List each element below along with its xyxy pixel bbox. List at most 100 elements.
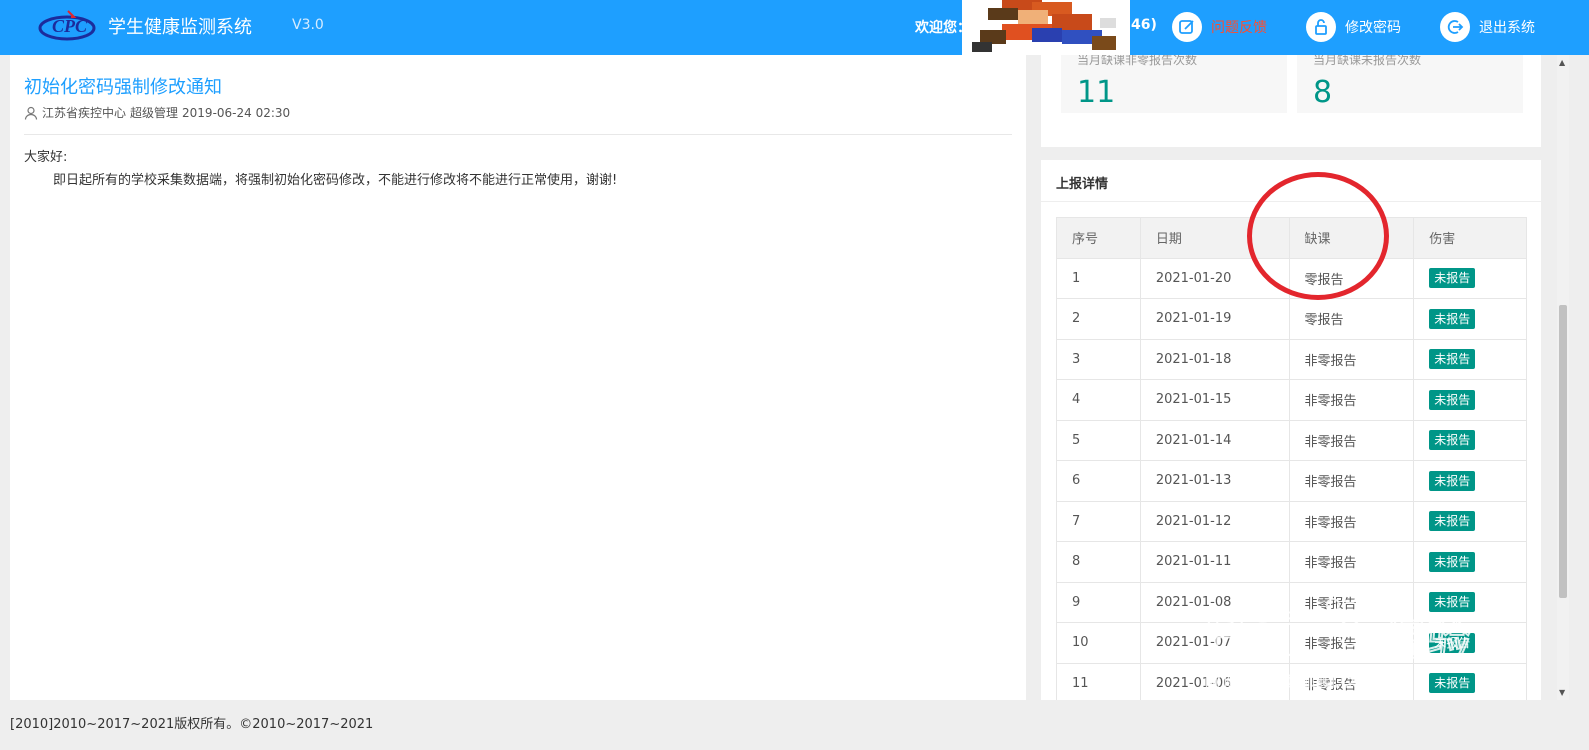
copyright-text: [2010]2010~2017~2021版权所有。©2010~2017~2021 bbox=[10, 717, 374, 732]
stats-panel: 当月缺课非零报告次数 11 当月缺课未报告次数 8 bbox=[1041, 55, 1541, 147]
status-badge[interactable]: 未报告 bbox=[1429, 430, 1476, 451]
stat-label: 当月缺课未报告次数 bbox=[1313, 55, 1422, 67]
stat-value: 11 bbox=[1077, 75, 1116, 110]
user-avatar-image bbox=[962, 0, 1130, 55]
stat-value: 8 bbox=[1313, 75, 1333, 110]
top-header: CPC 学生健康监测系统 V3.0 欢迎您： 46) 问题反馈 修改密码 退出系… bbox=[0, 0, 1589, 55]
cell-date: 2021-01-11 bbox=[1139, 541, 1290, 583]
cell-no: 5 bbox=[1056, 419, 1141, 461]
cell-absence: 非零报告 bbox=[1288, 662, 1415, 700]
cell-no: 10 bbox=[1056, 622, 1141, 664]
status-badge[interactable]: 未报告 bbox=[1429, 308, 1476, 329]
logout-button[interactable]: 退出系统 bbox=[1440, 11, 1535, 43]
cell-no: 3 bbox=[1056, 338, 1141, 380]
notice-greeting: 大家好: bbox=[24, 150, 68, 165]
status-badge[interactable]: 未报告 bbox=[1429, 673, 1476, 694]
cell-absence: 非零报告 bbox=[1288, 338, 1415, 380]
table-row: 7 2021-01-12 非零报告 未报告 bbox=[1056, 500, 1527, 542]
cell-absence: 非零报告 bbox=[1288, 581, 1415, 623]
scroll-up-arrow-icon[interactable]: ▲ bbox=[1559, 58, 1565, 67]
cell-date: 2021-01-12 bbox=[1139, 500, 1290, 542]
notice-title[interactable]: 初始化密码强制修改通知 bbox=[24, 73, 222, 99]
logout-label: 退出系统 bbox=[1479, 20, 1535, 36]
cell-injury: 未报告 bbox=[1413, 419, 1527, 461]
status-badge[interactable]: 未报告 bbox=[1429, 268, 1476, 289]
cell-injury: 未报告 bbox=[1413, 298, 1527, 340]
cell-date: 2021-01-19 bbox=[1139, 298, 1290, 340]
feedback-label: 问题反馈 bbox=[1211, 20, 1267, 36]
notice-datetime: 2019-06-24 02:30 bbox=[182, 105, 291, 120]
cell-date: 2021-01-18 bbox=[1139, 338, 1290, 380]
status-badge[interactable]: 未报告 bbox=[1429, 349, 1476, 370]
cell-no: 1 bbox=[1056, 257, 1141, 299]
change-password-button[interactable]: 修改密码 bbox=[1306, 11, 1401, 43]
stat-card-unreported: 当月缺课未报告次数 8 bbox=[1297, 55, 1523, 113]
table-row: 1 2021-01-20 零报告 未报告 bbox=[1056, 257, 1527, 299]
notice-divider bbox=[24, 134, 1012, 135]
report-detail-panel: 上报详情 序号 日期 缺课 伤害 1 2021-01-20 零报告 未报告 2 2021-… bbox=[1041, 160, 1541, 700]
logo-icon: CPC bbox=[38, 10, 96, 41]
cell-no: 8 bbox=[1056, 541, 1141, 583]
cell-no: 6 bbox=[1056, 460, 1141, 502]
cell-date: 2021-01-07 bbox=[1139, 622, 1290, 664]
col-header-date: 日期 bbox=[1139, 217, 1290, 259]
feedback-button[interactable]: 问题反馈 bbox=[1172, 11, 1267, 43]
cell-no: 7 bbox=[1056, 500, 1141, 542]
status-badge[interactable]: 未报告 bbox=[1429, 592, 1476, 613]
footer: [2010]2010~2017~2021版权所有。©2010~2017~2021 bbox=[0, 700, 1589, 750]
cell-no: 2 bbox=[1056, 298, 1141, 340]
cell-injury: 未报告 bbox=[1413, 662, 1527, 700]
table-row: 5 2021-01-14 非零报告 未报告 bbox=[1056, 419, 1527, 461]
table-row: 10 2021-01-07 非零报告 未报告 bbox=[1056, 622, 1527, 664]
report-divider bbox=[1041, 201, 1541, 202]
notice-body: 即日起所有的学校采集数据端，将强制初始化密码修改，不能进行修改将不能进行正常使用… bbox=[53, 173, 618, 188]
cell-no: 11 bbox=[1056, 662, 1141, 700]
scroll-down-arrow-icon[interactable]: ▼ bbox=[1559, 688, 1565, 697]
lock-icon bbox=[1306, 12, 1336, 42]
cell-injury: 未报告 bbox=[1413, 581, 1527, 623]
table-row: 4 2021-01-15 非零报告 未报告 bbox=[1056, 379, 1527, 421]
status-badge[interactable]: 未报告 bbox=[1429, 551, 1476, 572]
logout-icon bbox=[1440, 12, 1470, 42]
table-row: 11 2021-01-06 非零报告 未报告 bbox=[1056, 662, 1527, 700]
cell-absence: 非零报告 bbox=[1288, 460, 1415, 502]
cell-injury: 未报告 bbox=[1413, 338, 1527, 380]
table-row: 6 2021-01-13 非零报告 未报告 bbox=[1056, 460, 1527, 502]
cell-no: 4 bbox=[1056, 379, 1141, 421]
user-id-suffix: 46) bbox=[1131, 17, 1157, 33]
cell-injury: 未报告 bbox=[1413, 500, 1527, 542]
stat-card-nonzero: 当月缺课非零报告次数 11 bbox=[1061, 55, 1287, 113]
cell-absence: 零报告 bbox=[1288, 257, 1415, 299]
feedback-icon bbox=[1172, 12, 1202, 42]
svg-text:CPC: CPC bbox=[52, 16, 88, 36]
notice-panel: 初始化密码强制修改通知 江苏省疾控中心 超级管理 2019-06-24 02:3… bbox=[10, 55, 1026, 700]
table-row: 8 2021-01-11 非零报告 未报告 bbox=[1056, 541, 1527, 583]
notice-author: 江苏省疾控中心 bbox=[42, 106, 127, 120]
cell-date: 2021-01-20 bbox=[1139, 257, 1290, 299]
cell-absence: 非零报告 bbox=[1288, 500, 1415, 542]
cell-absence: 零报告 bbox=[1288, 298, 1415, 340]
cell-date: 2021-01-14 bbox=[1139, 419, 1290, 461]
change-password-label: 修改密码 bbox=[1345, 20, 1401, 36]
pixel-character-icon bbox=[972, 0, 1116, 52]
cell-no: 9 bbox=[1056, 581, 1141, 623]
cell-injury: 未报告 bbox=[1413, 257, 1527, 299]
report-title: 上报详情 bbox=[1056, 177, 1109, 192]
status-badge[interactable]: 未报告 bbox=[1429, 470, 1476, 491]
status-badge[interactable]: 未报告 bbox=[1429, 511, 1476, 532]
cell-injury: 未报告 bbox=[1413, 379, 1527, 421]
scrollbar-thumb[interactable] bbox=[1559, 305, 1567, 598]
app-title: 学生健康监测系统 bbox=[108, 17, 252, 38]
status-badge[interactable]: 未报告 bbox=[1429, 632, 1476, 653]
col-header-no: 序号 bbox=[1056, 217, 1141, 259]
cell-absence: 非零报告 bbox=[1288, 541, 1415, 583]
table-header-row: 序号 日期 缺课 伤害 bbox=[1056, 217, 1527, 259]
cell-date: 2021-01-15 bbox=[1139, 379, 1290, 421]
notice-role: 超级管理 bbox=[130, 106, 179, 120]
status-badge[interactable]: 未报告 bbox=[1429, 389, 1476, 410]
col-header-injury: 伤害 bbox=[1413, 217, 1527, 259]
notice-meta: 江苏省疾控中心 超级管理 2019-06-24 02:30 bbox=[24, 104, 290, 121]
col-header-absence: 缺课 bbox=[1288, 217, 1415, 259]
cell-absence: 非零报告 bbox=[1288, 622, 1415, 664]
cell-absence: 非零报告 bbox=[1288, 379, 1415, 421]
